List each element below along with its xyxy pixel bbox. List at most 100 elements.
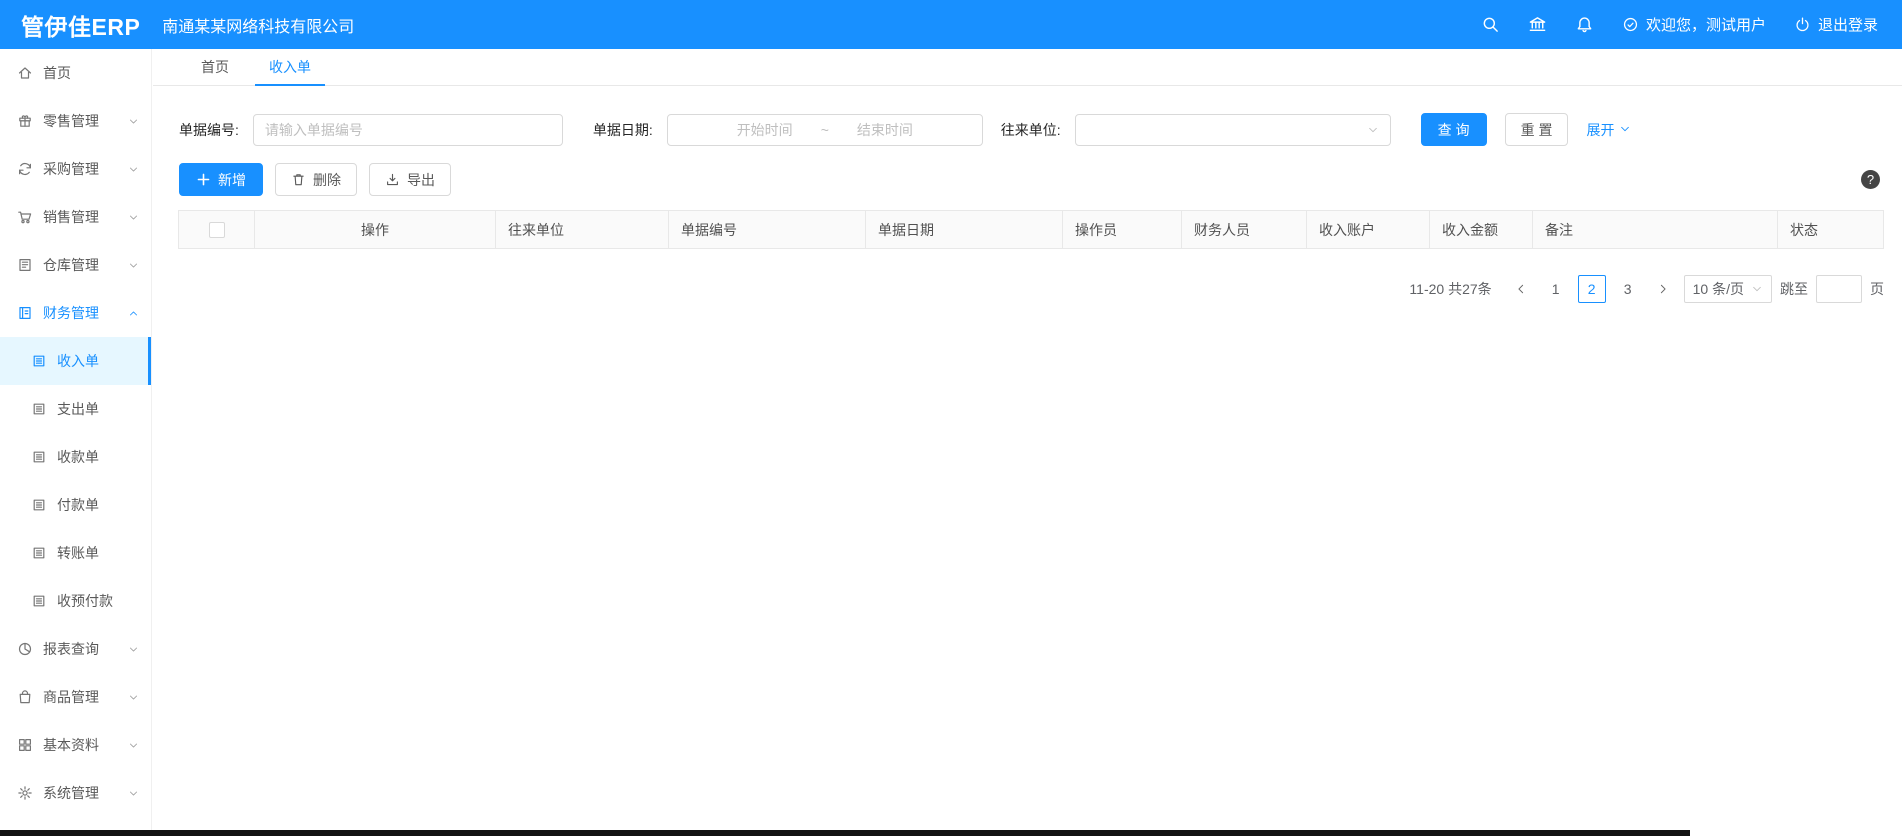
export-button[interactable]: 导出 <box>369 163 451 196</box>
sidebar-item-label: 采购管理 <box>43 159 99 179</box>
sidebar-item-label: 付款单 <box>57 495 99 515</box>
col-header-operator: 操作员 <box>1063 211 1182 249</box>
sidebar-item-sales[interactable]: 销售管理 <box>0 193 151 241</box>
page-size-select[interactable]: 10 条/页 <box>1684 275 1772 303</box>
finance-icon <box>17 305 33 321</box>
sidebar-item-label: 商品管理 <box>43 687 99 707</box>
sidebar-item-receipt-bill[interactable]: 收款单 <box>0 433 151 481</box>
sidebar-item-income-bill[interactable]: 收入单 <box>0 337 151 385</box>
col-header-account: 收入账户 <box>1307 211 1430 249</box>
delete-label: 删除 <box>313 170 341 190</box>
chevron-down-icon <box>128 260 139 271</box>
bank-icon[interactable] <box>1528 15 1547 34</box>
sidebar-item-finance[interactable]: 财务管理 <box>0 289 151 337</box>
home-icon <box>17 65 33 81</box>
sidebar-item-system[interactable]: 系统管理 <box>0 769 151 817</box>
date-range-picker[interactable]: 开始时间 ~ 结束时间 <box>667 114 983 146</box>
bottom-bar <box>0 830 1690 836</box>
user-menu[interactable]: 欢迎您，测试用户 <box>1622 14 1766 35</box>
col-header-label: 单据日期 <box>878 220 934 240</box>
sidebar-item-expense-bill[interactable]: 支出单 <box>0 385 151 433</box>
chevron-down-icon <box>128 116 139 127</box>
bill-no-label: 单据编号: <box>179 120 239 140</box>
sidebar-item-home[interactable]: 首页 <box>0 49 151 97</box>
add-label: 新增 <box>218 170 246 190</box>
sidebar-item-payment-bill[interactable]: 付款单 <box>0 481 151 529</box>
jump-label: 跳至 <box>1780 279 1808 299</box>
tab-label: 首页 <box>201 57 229 77</box>
date-end-placeholder: 结束时间 <box>857 120 913 140</box>
sales-icon <box>17 209 33 225</box>
col-header-amount: 收入金额 <box>1430 211 1533 249</box>
col-header-label: 状态 <box>1790 220 1818 240</box>
page-button-2[interactable]: 2 <box>1578 275 1606 303</box>
chevron-down-icon <box>128 644 139 655</box>
delete-button[interactable]: 删除 <box>275 163 357 196</box>
sidebar-item-purchase[interactable]: 采购管理 <box>0 145 151 193</box>
chevron-down-icon <box>1751 283 1763 295</box>
partner-select[interactable] <box>1075 114 1391 146</box>
col-header-label: 收入金额 <box>1442 220 1498 240</box>
sidebar-item-report[interactable]: 报表查询 <box>0 625 151 673</box>
company-name: 南通某某网络科技有限公司 <box>162 13 354 37</box>
col-header-label: 操作员 <box>1075 220 1117 240</box>
sidebar-item-transfer-bill[interactable]: 转账单 <box>0 529 151 577</box>
col-header-ops: 操作 <box>255 211 496 249</box>
trash-icon <box>291 172 306 187</box>
chevron-down-icon <box>128 692 139 703</box>
sidebar-item-goods[interactable]: 商品管理 <box>0 673 151 721</box>
sidebar-item-basic[interactable]: 基本资料 <box>0 721 151 769</box>
report-icon <box>17 641 33 657</box>
main-content: 首页收入单 单据编号: 单据日期: 开始时间 ~ 结束时间 往来单位: 查 询 … <box>153 49 1902 836</box>
sidebar-item-warehouse[interactable]: 仓库管理 <box>0 241 151 289</box>
select-all-checkbox[interactable] <box>209 222 225 238</box>
page-button-1[interactable]: 1 <box>1542 275 1570 303</box>
app-logo: 管伊佳ERP <box>0 8 162 42</box>
add-button[interactable]: 新增 <box>179 163 263 196</box>
tab-home[interactable]: 首页 <box>181 49 249 85</box>
logout-icon <box>1794 16 1811 33</box>
col-header-date: 单据日期 <box>866 211 1063 249</box>
col-header-partner: 往来单位 <box>496 211 669 249</box>
bill-date-label: 单据日期: <box>593 120 653 140</box>
sidebar-item-label: 财务管理 <box>43 303 99 323</box>
chevron-down-icon <box>1619 122 1631 138</box>
sidebar-item-retail[interactable]: 零售管理 <box>0 97 151 145</box>
sidebar-item-label: 系统管理 <box>43 783 99 803</box>
filter-bar: 单据编号: 单据日期: 开始时间 ~ 结束时间 往来单位: 查 询 重 置 展开 <box>153 113 1902 146</box>
help-icon[interactable]: ? <box>1861 170 1880 189</box>
doc-icon <box>31 593 47 609</box>
page-size-value: 10 条/页 <box>1693 279 1744 299</box>
logout-button[interactable]: 退出登录 <box>1794 14 1878 35</box>
user-circle-icon <box>1622 16 1639 33</box>
col-header-label: 备注 <box>1545 220 1573 240</box>
bill-no-input[interactable] <box>253 114 563 146</box>
next-page-button[interactable] <box>1650 275 1676 303</box>
chevron-up-icon <box>128 308 139 319</box>
prev-page-button[interactable] <box>1508 275 1534 303</box>
sidebar-item-label: 基本资料 <box>43 735 99 755</box>
search-icon[interactable] <box>1481 15 1500 34</box>
pagination-summary: 11-20 共27条 <box>1409 279 1491 299</box>
tab-income-bill[interactable]: 收入单 <box>249 49 331 85</box>
jump-page-input[interactable] <box>1816 275 1862 303</box>
topbar: 管伊佳ERP 南通某某网络科技有限公司 欢迎您，测试用户 退出登录 <box>0 0 1902 49</box>
sidebar-item-label: 销售管理 <box>43 207 99 227</box>
reset-button[interactable]: 重 置 <box>1505 113 1569 146</box>
export-label: 导出 <box>407 170 435 190</box>
doc-icon <box>31 401 47 417</box>
sidebar-item-label: 收预付款 <box>57 591 113 611</box>
page-button-3[interactable]: 3 <box>1614 275 1642 303</box>
expand-link[interactable]: 展开 <box>1586 120 1631 140</box>
logout-label: 退出登录 <box>1818 14 1878 35</box>
col-header-remark: 备注 <box>1533 211 1778 249</box>
bell-icon[interactable] <box>1575 15 1594 34</box>
purchase-icon <box>17 161 33 177</box>
chevron-down-icon <box>128 740 139 751</box>
search-button[interactable]: 查 询 <box>1421 113 1487 146</box>
sidebar-item-label: 仓库管理 <box>43 255 99 275</box>
sidebar-item-prepaid-receipt[interactable]: 收预付款 <box>0 577 151 625</box>
doc-icon <box>31 497 47 513</box>
sidebar-item-label: 零售管理 <box>43 111 99 131</box>
partner-label: 往来单位: <box>1001 120 1061 140</box>
